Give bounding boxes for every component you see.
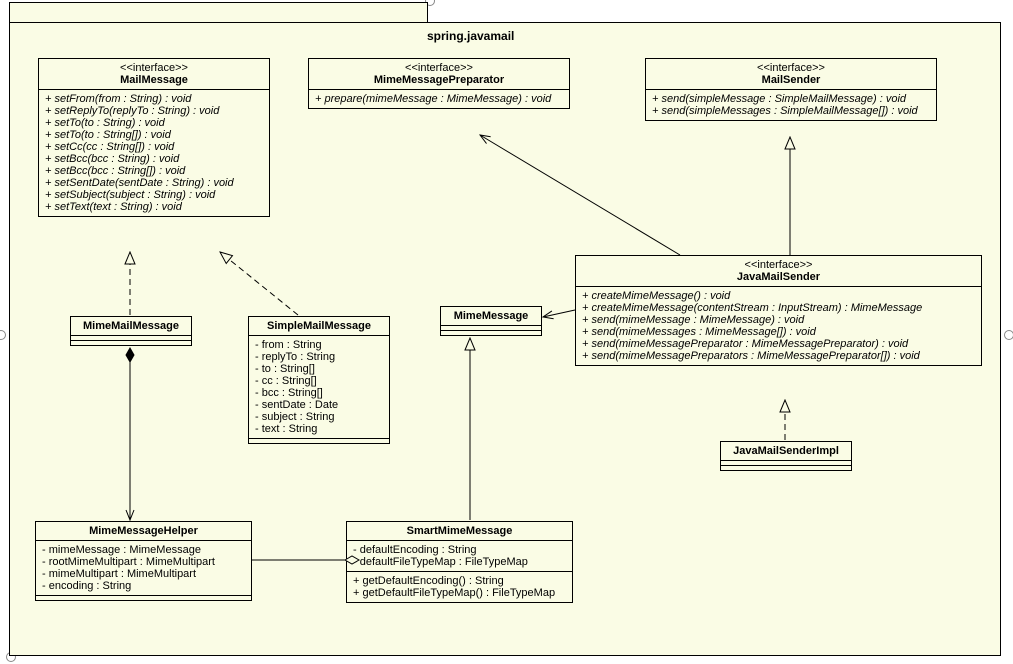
class-mail-message[interactable]: <<interface>> MailMessage + setFrom(from… bbox=[38, 58, 270, 217]
stereotype: <<interface>> bbox=[652, 62, 930, 74]
class-title: JavaMailSender bbox=[582, 271, 975, 283]
class-mime-message[interactable]: MimeMessage bbox=[440, 306, 542, 336]
class-title: MailSender bbox=[652, 74, 930, 86]
class-title: JavaMailSenderImpl bbox=[721, 442, 851, 461]
class-title: SimpleMailMessage bbox=[249, 317, 389, 336]
resize-handle-left[interactable] bbox=[0, 330, 6, 340]
operations: + prepare(mimeMessage : MimeMessage) : v… bbox=[309, 90, 569, 108]
attributes: - defaultEncoding : String - defaultFile… bbox=[347, 541, 572, 572]
package-frame[interactable]: spring.javamail <<interface>> MailMessag… bbox=[9, 22, 1001, 656]
stereotype: <<interface>> bbox=[582, 259, 975, 271]
attributes: - from : String - replyTo : String - to … bbox=[249, 336, 389, 439]
class-mime-mail-message[interactable]: MimeMailMessage bbox=[70, 316, 192, 346]
operations: + getDefaultEncoding() : String + getDef… bbox=[347, 572, 572, 602]
class-title: MimeMailMessage bbox=[71, 317, 191, 336]
diagram-canvas: spring.javamail <<interface>> MailMessag… bbox=[0, 0, 1013, 664]
class-title: SmartMimeMessage bbox=[347, 522, 572, 541]
class-title: MimeMessage bbox=[441, 307, 541, 326]
package-name: spring.javamail bbox=[427, 29, 514, 43]
class-java-mail-sender[interactable]: <<interface>> JavaMailSender + createMim… bbox=[575, 255, 982, 366]
class-smart-mime-message[interactable]: SmartMimeMessage - defaultEncoding : Str… bbox=[346, 521, 573, 603]
attributes: - mimeMessage : MimeMessage - rootMimeMu… bbox=[36, 541, 251, 596]
class-mail-sender[interactable]: <<interface>> MailSender + send(simpleMe… bbox=[645, 58, 937, 121]
stereotype: <<interface>> bbox=[315, 62, 563, 74]
class-java-mail-sender-impl[interactable]: JavaMailSenderImpl bbox=[720, 441, 852, 471]
class-simple-mail-message[interactable]: SimpleMailMessage - from : String - repl… bbox=[248, 316, 390, 444]
package-tab bbox=[9, 2, 428, 23]
class-mime-message-preparator[interactable]: <<interface>> MimeMessagePreparator + pr… bbox=[308, 58, 570, 109]
operations: + createMimeMessage() : void + createMim… bbox=[576, 287, 981, 365]
class-mime-message-helper[interactable]: MimeMessageHelper - mimeMessage : MimeMe… bbox=[35, 521, 252, 601]
resize-handle-right[interactable] bbox=[1004, 330, 1013, 340]
stereotype: <<interface>> bbox=[45, 62, 263, 74]
operations: + send(simpleMessage : SimpleMailMessage… bbox=[646, 90, 936, 120]
class-title: MimeMessagePreparator bbox=[315, 74, 563, 86]
operations: + setFrom(from : String) : void + setRep… bbox=[39, 90, 269, 216]
class-title: MimeMessageHelper bbox=[36, 522, 251, 541]
class-title: MailMessage bbox=[45, 74, 263, 86]
